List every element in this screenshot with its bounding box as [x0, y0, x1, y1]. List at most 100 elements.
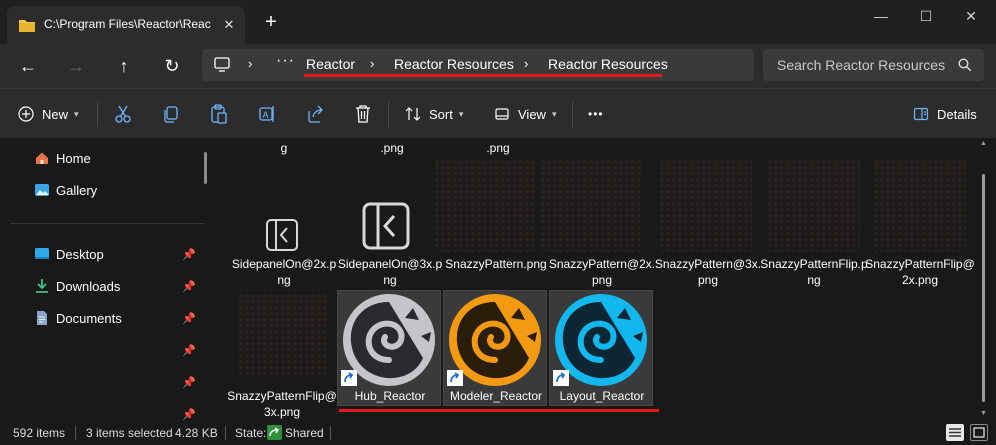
pattern-thumbnail[interactable] — [768, 160, 860, 252]
shortcut-arrow-icon — [553, 370, 569, 386]
sidebar-item-documents[interactable]: Documents — [34, 307, 122, 329]
command-bar: New ▾ A Sort ▾ View ▾ ••• Details — [0, 88, 996, 138]
tab-current[interactable]: C:\Program Files\Reactor\Reac ✕ — [7, 6, 245, 44]
back-icon[interactable]: ← — [16, 54, 40, 78]
tab-title: C:\Program Files\Reactor\Reac — [44, 17, 211, 31]
chevron-down-icon: ▾ — [551, 108, 557, 119]
chevron-right-icon[interactable]: › — [370, 56, 374, 71]
paste-icon[interactable] — [210, 103, 228, 125]
minimize-button[interactable]: — — [866, 6, 896, 28]
scroll-thumb[interactable] — [982, 174, 985, 402]
file-name[interactable]: SnazzyPatternFlip@2x.png — [865, 256, 975, 288]
share-icon[interactable] — [306, 103, 324, 125]
svg-text:A: A — [263, 110, 269, 120]
state-value: Shared — [285, 426, 324, 440]
sidebar-item-label: Documents — [56, 310, 122, 326]
scroll-up-icon[interactable]: ▲ — [980, 140, 987, 147]
sidebar-item-gallery[interactable]: Gallery — [34, 179, 97, 201]
cut-icon[interactable] — [114, 103, 132, 125]
divider — [330, 426, 331, 440]
more-options-icon[interactable]: ••• — [588, 103, 604, 125]
breadcrumb-reactor[interactable]: Reactor — [306, 56, 355, 72]
sidebar-item-downloads[interactable]: Downloads — [34, 275, 120, 297]
sidepanel-thumbnail-icon[interactable] — [265, 218, 299, 252]
sort-label: Sort — [429, 106, 453, 122]
view-button[interactable]: View ▾ — [494, 103, 556, 125]
breadcrumb-reactor-resources-current[interactable]: Reactor Resources — [548, 56, 668, 72]
pin-icon[interactable]: 📌 — [182, 248, 196, 261]
forward-icon[interactable]: → — [64, 54, 88, 78]
large-icons-view-icon[interactable] — [970, 424, 988, 441]
file-name-partial[interactable]: g — [229, 140, 339, 156]
status-bar: 592 items 3 items selected 4.28 KB State… — [0, 421, 996, 445]
sidepanel-thumbnail-icon[interactable] — [362, 202, 410, 250]
chevron-right-icon[interactable]: › — [248, 56, 252, 71]
new-label: New — [42, 106, 69, 122]
new-button[interactable]: New ▾ — [18, 103, 79, 125]
sidebar-item-desktop[interactable]: Desktop — [34, 243, 104, 265]
pattern-thumbnail[interactable] — [660, 160, 752, 252]
file-name[interactable]: Modeler_Reactor — [441, 388, 551, 404]
shortcut-arrow-icon — [447, 370, 463, 386]
sidebar-divider — [10, 223, 205, 224]
file-list-scrollbar[interactable]: ▲ ▼ — [978, 138, 990, 421]
file-name[interactable]: Hub_Reactor — [335, 388, 445, 404]
sidebar-scrollbar[interactable] — [204, 152, 207, 184]
sidebar-item-label: Downloads — [56, 278, 121, 294]
file-name-partial[interactable]: .png — [443, 140, 553, 156]
pattern-thumbnail[interactable] — [541, 160, 641, 252]
rename-icon[interactable]: A — [258, 103, 276, 125]
plus-circle-icon — [18, 106, 34, 122]
close-window-button[interactable]: ✕ — [956, 6, 986, 28]
highlight-underline — [339, 409, 659, 412]
up-icon[interactable]: ↑ — [112, 54, 136, 78]
file-name-partial[interactable]: .png — [337, 140, 447, 156]
folder-icon — [19, 20, 35, 32]
copy-icon[interactable] — [162, 103, 180, 125]
close-tab-icon[interactable]: ✕ — [219, 15, 239, 35]
pattern-thumbnail[interactable] — [239, 294, 327, 378]
details-button[interactable]: Details — [913, 103, 977, 125]
file-name[interactable]: SnazzyPatternFlip.png — [759, 256, 869, 288]
divider — [388, 101, 389, 127]
divider — [225, 426, 226, 440]
pattern-thumbnail[interactable] — [435, 160, 535, 252]
file-name[interactable]: SnazzyPattern@3x.png — [653, 256, 763, 288]
pin-icon[interactable]: 📌 — [182, 376, 196, 389]
chevron-right-icon[interactable]: › — [524, 56, 528, 71]
navigation-pane: Home Gallery Desktop 📌 Downloads 📌 Docum… — [0, 138, 215, 421]
desktop-icon — [35, 248, 49, 259]
file-name[interactable]: Layout_Reactor — [547, 388, 657, 404]
shortcut-arrow-icon — [341, 370, 357, 386]
scroll-down-icon[interactable]: ▼ — [980, 410, 987, 417]
divider — [97, 101, 98, 127]
sidebar-item-label: Gallery — [56, 182, 98, 198]
more-path-icon[interactable]: ··· — [276, 52, 295, 70]
sort-button[interactable]: Sort ▾ — [405, 103, 463, 125]
divider — [572, 101, 573, 127]
file-name[interactable]: SnazzyPattern.png — [441, 256, 551, 272]
maximize-button[interactable]: ☐ — [911, 6, 941, 28]
pin-icon[interactable]: 📌 — [182, 312, 196, 325]
pin-icon[interactable]: 📌 — [182, 280, 196, 293]
file-name[interactable]: SidepanelOn@2x.png — [229, 256, 339, 288]
new-tab-button[interactable]: + — [260, 12, 282, 34]
documents-icon — [37, 311, 47, 325]
breadcrumb-reactor-resources[interactable]: Reactor Resources — [394, 56, 514, 72]
delete-icon[interactable] — [354, 103, 372, 125]
details-pane-icon — [913, 107, 929, 121]
file-name[interactable]: SidepanelOn@3x.png — [335, 256, 445, 288]
view-label: View — [518, 106, 546, 122]
pattern-thumbnail[interactable] — [874, 160, 966, 252]
details-view-icon[interactable] — [946, 424, 964, 441]
pin-icon[interactable]: 📌 — [182, 408, 196, 421]
search-box[interactable]: Search Reactor Resources — [763, 49, 984, 81]
item-count: 592 items — [13, 426, 66, 440]
file-name[interactable]: SnazzyPatternFlip@3x.png — [227, 388, 337, 420]
pin-icon[interactable]: 📌 — [182, 344, 196, 357]
sidebar-item-home[interactable]: Home — [34, 147, 91, 169]
refresh-icon[interactable]: ↻ — [160, 54, 184, 78]
gallery-icon — [35, 184, 49, 196]
file-name[interactable]: SnazzyPattern@2x.png — [547, 256, 657, 288]
home-icon — [36, 152, 48, 164]
